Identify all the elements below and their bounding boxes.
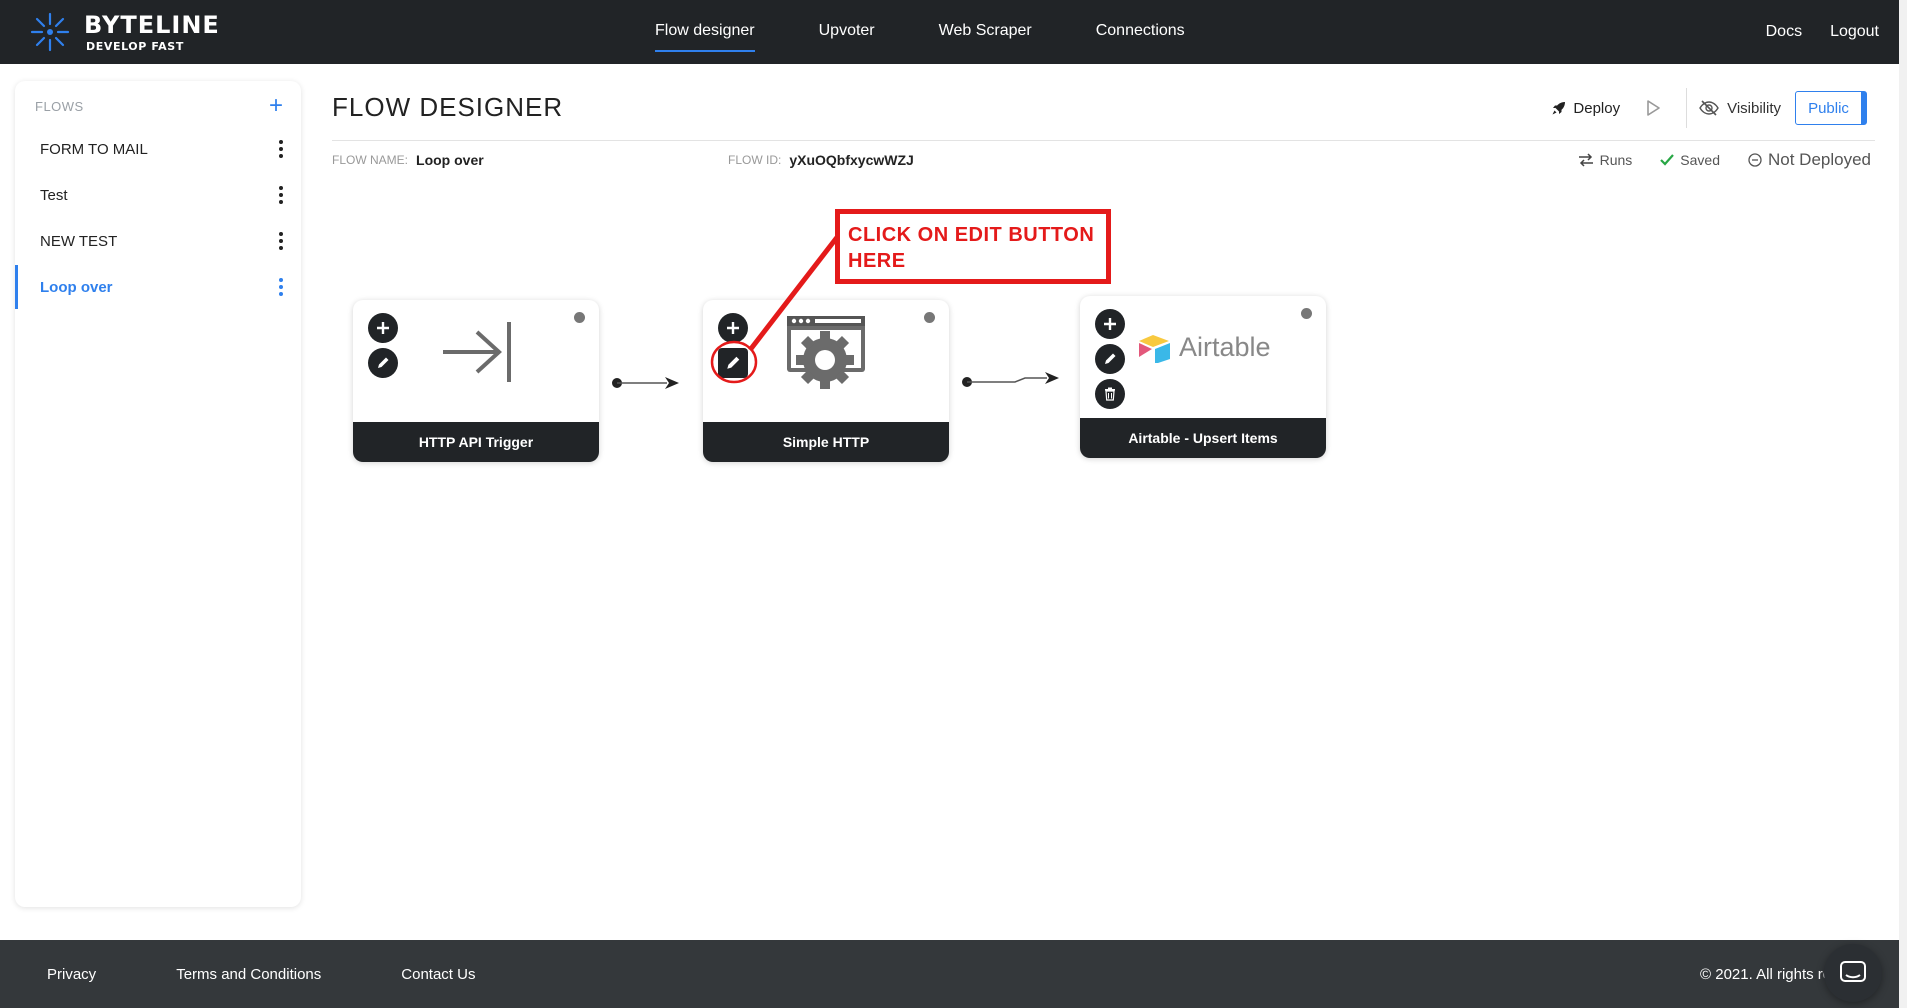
flow-name-meta: FLOW NAME: Loop over <box>332 152 484 168</box>
kebab-menu-icon[interactable] <box>279 140 283 158</box>
footer-link-terms[interactable]: Terms and Conditions <box>176 966 321 983</box>
pencil-icon <box>727 356 740 369</box>
rocket-icon <box>1552 102 1566 115</box>
public-toggle-button[interactable]: Public <box>1795 91 1867 125</box>
flow-id-meta: FLOW ID: yXuOQbfxycwWZJ <box>728 152 914 168</box>
kebab-menu-icon[interactable] <box>279 186 283 204</box>
kebab-menu-icon[interactable] <box>279 278 283 296</box>
flow-node-airtable-upsert-items[interactable]: Airtable Airtable - Upsert Items <box>1080 296 1326 458</box>
flows-label: FLOWS <box>35 98 84 114</box>
flow-actions: Deploy Visibility Public <box>1551 88 1867 128</box>
pencil-icon <box>378 357 389 368</box>
flow-label: NEW TEST <box>40 232 118 250</box>
byteline-logo[interactable]: BYTELINE DEVELOP FAST <box>28 10 220 54</box>
sidebar-item-loop-over[interactable]: Loop over <box>15 265 301 309</box>
edit-node-button[interactable] <box>368 348 398 378</box>
divider <box>1686 88 1688 128</box>
page-title: FLOW DESIGNER <box>332 92 564 122</box>
trash-icon <box>1105 387 1115 401</box>
byteline-logo-icon <box>30 12 70 52</box>
add-node-button[interactable] <box>718 313 748 343</box>
flow-label: Loop over <box>40 278 113 296</box>
deploy-label: Deploy <box>1573 99 1621 117</box>
deploy-status-label: Not Deployed <box>1767 150 1871 169</box>
connector-arrow-2 <box>962 372 1059 387</box>
runs-label: Runs <box>1599 152 1633 168</box>
swap-arrows-icon <box>1578 153 1593 167</box>
plus-icon <box>727 322 739 334</box>
header-divider <box>332 140 1875 141</box>
top-navbar: BYTELINE DEVELOP FAST Flow designer Upvo… <box>0 0 1907 64</box>
arrow-to-line-icon <box>443 322 511 382</box>
page-scrollbar[interactable] <box>1899 0 1907 1008</box>
visibility-label: Visibility <box>1727 99 1781 117</box>
flow-name-label: FLOW NAME: <box>332 153 409 167</box>
nav-connections[interactable]: Connections <box>1096 22 1185 42</box>
edit-node-button[interactable] <box>1095 344 1125 374</box>
visibility-control: Visibility <box>1699 100 1781 117</box>
node-status-dot <box>924 312 935 323</box>
footer-links: Privacy Terms and Conditions Contact Us <box>47 940 475 1008</box>
airtable-logo: Airtable <box>1137 332 1271 363</box>
delete-node-button[interactable] <box>1095 379 1125 409</box>
chat-launcher-button[interactable] <box>1824 944 1882 1002</box>
node-status-dot <box>574 312 585 323</box>
nav-flow-designer[interactable]: Flow designer <box>655 22 755 52</box>
saved-label: Saved <box>1680 152 1720 168</box>
flow-node-simple-http[interactable]: Simple HTTP <box>703 300 949 462</box>
browser-gear-icon <box>787 316 865 389</box>
airtable-logo-text: Airtable <box>1179 332 1271 362</box>
flow-label: Test <box>40 186 68 204</box>
sidebar-item-new-test[interactable]: NEW TEST <box>15 219 301 263</box>
node-title: HTTP API Trigger <box>353 422 599 462</box>
node-title: Airtable - Upsert Items <box>1080 418 1326 458</box>
edit-node-button[interactable] <box>718 348 748 378</box>
run-play-icon[interactable] <box>1644 99 1662 117</box>
minus-circle-icon <box>1748 153 1762 167</box>
add-flow-button[interactable]: + <box>269 94 283 118</box>
annotation-callout: CLICK ON EDIT BUTTON HERE <box>835 209 1111 284</box>
add-node-button[interactable] <box>368 313 398 343</box>
brand-tagline: DEVELOP FAST <box>86 39 184 53</box>
brand-name: BYTELINE <box>84 10 220 39</box>
deploy-button[interactable]: Deploy <box>1551 100 1620 117</box>
saved-status: Saved <box>1660 152 1720 168</box>
add-node-button[interactable] <box>1095 309 1125 339</box>
nav-upvoter[interactable]: Upvoter <box>819 22 875 42</box>
main-nav: Flow designer Upvoter Web Scraper Connec… <box>655 0 1185 64</box>
deploy-status: Not Deployed <box>1748 150 1871 170</box>
node-status-dot <box>1301 308 1312 319</box>
eye-slash-icon <box>1699 100 1719 116</box>
flow-status-bar: Runs Saved Not Deployed <box>1578 150 1871 170</box>
footer-link-privacy[interactable]: Privacy <box>47 966 96 983</box>
flow-id-label: FLOW ID: <box>728 153 782 167</box>
flow-label: FORM TO MAIL <box>40 140 148 158</box>
top-right-links: Docs Logout <box>1766 0 1879 64</box>
sidebar-item-test[interactable]: Test <box>15 173 301 217</box>
node-title: Simple HTTP <box>703 422 949 462</box>
footer-link-contact[interactable]: Contact Us <box>401 966 475 983</box>
flow-name-value[interactable]: Loop over <box>416 152 484 168</box>
flows-sidebar: FLOWS + FORM TO MAIL Test NEW TEST Loop … <box>15 81 301 907</box>
page-footer: Privacy Terms and Conditions Contact Us … <box>0 940 1907 1008</box>
logout-link[interactable]: Logout <box>1830 23 1879 41</box>
docs-link[interactable]: Docs <box>1766 23 1802 41</box>
runs-button[interactable]: Runs <box>1578 152 1633 168</box>
check-icon <box>1660 154 1675 166</box>
flows-header: FLOWS + <box>35 94 283 118</box>
nav-web-scraper[interactable]: Web Scraper <box>939 22 1032 42</box>
airtable-logo-icon <box>1139 334 1170 363</box>
flow-id-value: yXuOQbfxycwWZJ <box>789 152 914 168</box>
connector-arrow-1 <box>612 377 679 389</box>
plus-icon <box>1104 318 1116 330</box>
sidebar-item-form-to-mail[interactable]: FORM TO MAIL <box>15 127 301 171</box>
chat-icon <box>1840 961 1866 982</box>
kebab-menu-icon[interactable] <box>279 232 283 250</box>
plus-icon <box>377 322 389 334</box>
pencil-icon <box>1105 353 1116 364</box>
flow-node-http-api-trigger[interactable]: HTTP API Trigger <box>353 300 599 462</box>
